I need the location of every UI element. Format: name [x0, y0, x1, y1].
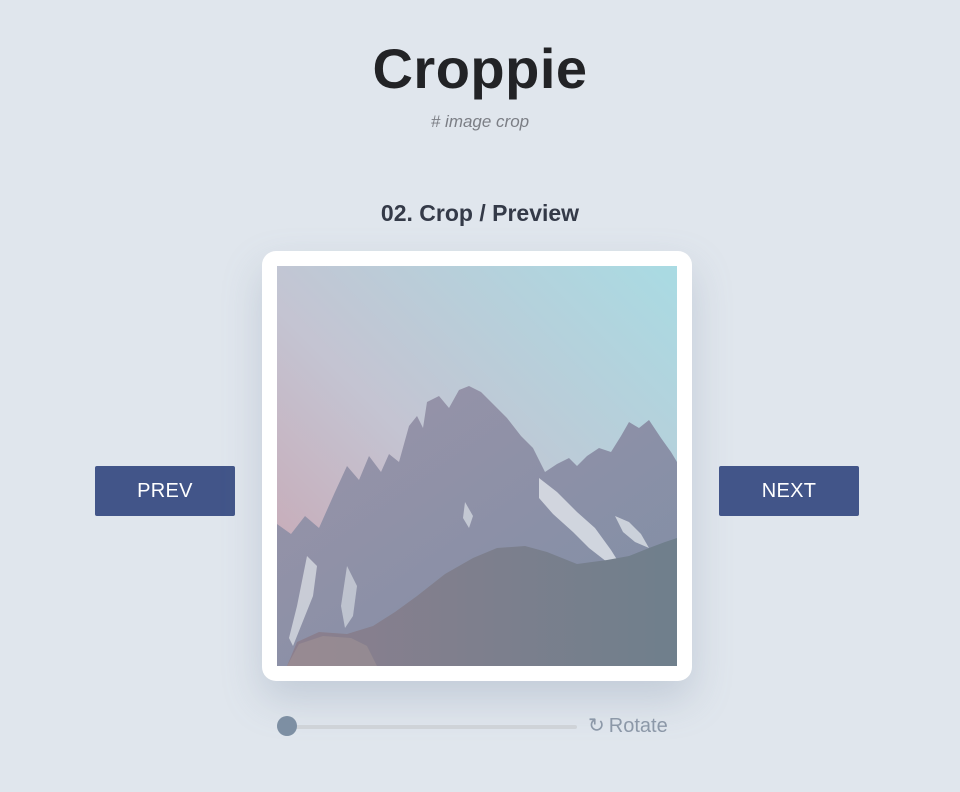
- croppie-app: Croppie # image crop 02. Crop / Preview …: [0, 0, 960, 792]
- step-title: 02. Crop / Preview: [380, 200, 580, 226]
- crop-viewport[interactable]: [277, 266, 677, 666]
- crop-image[interactable]: [277, 266, 677, 666]
- prev-button[interactable]: PREV: [95, 466, 235, 516]
- page-subtitle: # image crop: [430, 112, 530, 131]
- zoom-slider-thumb[interactable]: [277, 716, 297, 736]
- rotate-button[interactable]: ↻ Rotate: [588, 714, 668, 738]
- next-button[interactable]: NEXT: [719, 466, 859, 516]
- zoom-slider-track[interactable]: [277, 725, 577, 729]
- crop-frame: [262, 251, 692, 681]
- rotate-label: Rotate: [608, 714, 668, 737]
- rotate-icon: ↻: [588, 715, 605, 737]
- zoom-slider[interactable]: [277, 714, 577, 738]
- page-title: Croppie: [372, 37, 588, 100]
